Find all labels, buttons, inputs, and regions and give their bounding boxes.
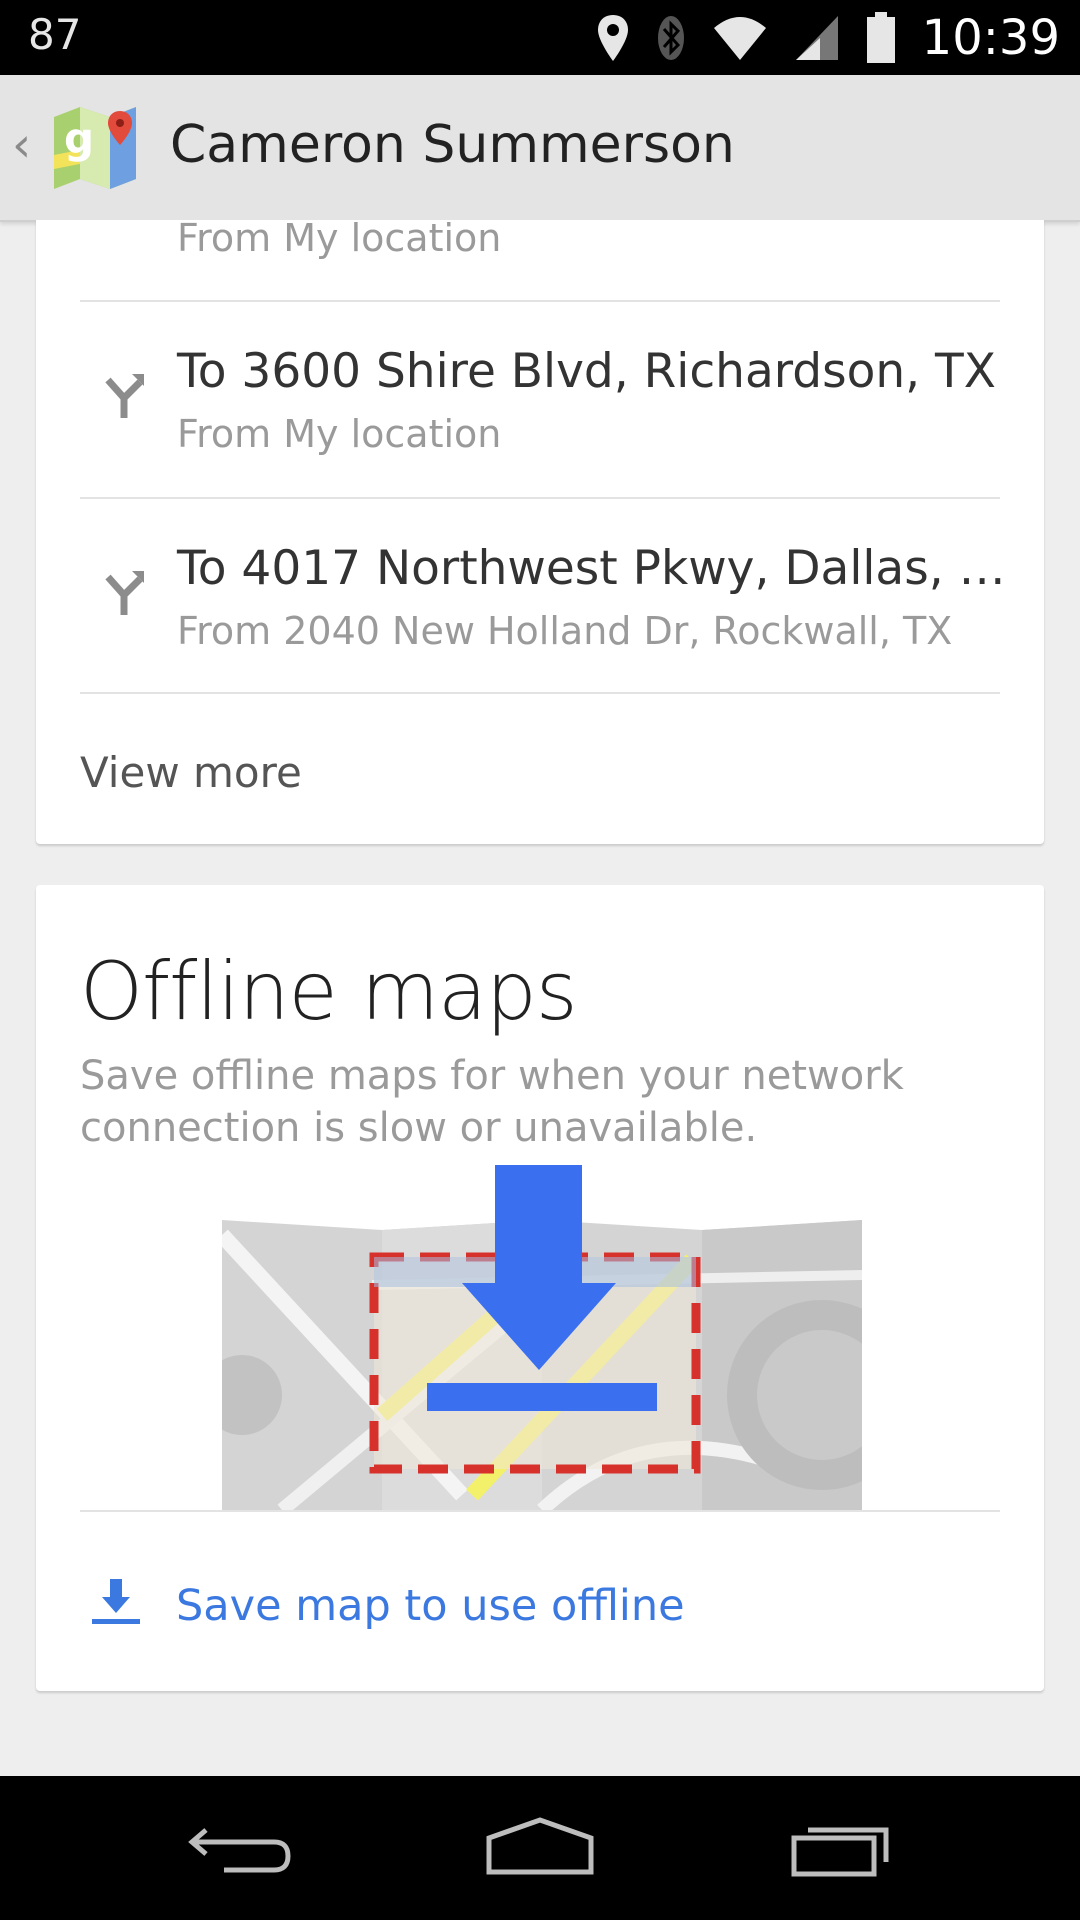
signal-icon [795, 16, 838, 60]
svg-text:g: g [64, 114, 94, 163]
bluetooth-icon [657, 16, 684, 60]
directions-icon [105, 571, 144, 615]
status-icons: 10:39 [596, 8, 1060, 68]
download-icon [92, 1579, 140, 1624]
partial-subtitle: From My location [177, 216, 502, 260]
direction-subtitle: From My location [177, 412, 502, 456]
offline-map-illustration [222, 1165, 862, 1510]
direction-title: To 4017 Northwest Pkwy, Dallas, … [177, 541, 1006, 596]
offline-maps-card: Offline maps Save offline maps for when … [36, 885, 1044, 1691]
action-bar: ‹ g Cameron Summerson [0, 75, 1080, 222]
direction-title: To 3600 Shire Blvd, Richardson, TX [177, 344, 996, 399]
directions-icon [105, 374, 144, 418]
notification-count: 87 [28, 10, 82, 59]
maps-logo[interactable]: g [50, 103, 140, 193]
location-icon [597, 15, 628, 61]
back-icon[interactable] [186, 1816, 296, 1880]
recent-directions-card: From My location To 3600 Shire Blvd, Ric… [36, 216, 1044, 844]
page-title: Cameron Summerson [170, 115, 735, 175]
direction-item-2[interactable]: To 4017 Northwest Pkwy, Dallas, … From 2… [80, 499, 1006, 694]
battery-icon [866, 12, 895, 63]
direction-subtitle: From 2040 New Holland Dr, Rockwall, TX [177, 609, 953, 653]
up-chevron-icon[interactable]: ‹ [12, 117, 31, 173]
recents-icon[interactable] [790, 1816, 900, 1880]
wifi-icon [713, 17, 766, 60]
view-more-button[interactable]: View more [80, 748, 302, 797]
navigation-bar [0, 1776, 1080, 1920]
divider [80, 692, 1000, 694]
offline-maps-title: Offline maps [80, 945, 578, 1038]
direction-item-1[interactable]: To 3600 Shire Blvd, Richardson, TX From … [80, 302, 1000, 498]
divider [80, 1510, 1000, 1512]
home-icon[interactable] [485, 1816, 595, 1880]
save-map-offline-label: Save map to use offline [176, 1581, 685, 1631]
clock: 10:39 [921, 10, 1060, 66]
offline-maps-description: Save offline maps for when your network … [80, 1053, 904, 1151]
status-bar: 87 10:39 [0, 0, 1080, 75]
